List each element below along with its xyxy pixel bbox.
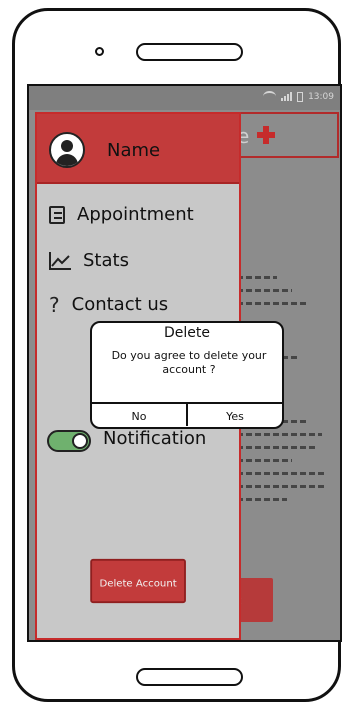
user-name: Name [107, 140, 161, 161]
dialog-title: Delete [164, 325, 210, 341]
battery-icon [297, 91, 304, 102]
delete-dialog: Delete Do you agree to delete your accou… [90, 321, 284, 429]
status-time: 13:09 [308, 91, 334, 102]
drawer-item-appointment[interactable]: Appointment [49, 204, 194, 225]
delete-account-button[interactable]: Delete Account [87, 558, 191, 604]
stats-chart-icon [49, 251, 71, 270]
notification-toggle[interactable] [47, 430, 91, 452]
drawer-item-label: Appointment [77, 204, 194, 225]
home-button[interactable] [136, 668, 243, 686]
drawer-item-stats[interactable]: Stats [49, 250, 129, 271]
dialog-no-button[interactable]: No [92, 410, 186, 423]
status-bar: 13:09 [29, 86, 340, 110]
notification-label: Notification [103, 428, 207, 449]
dialog-message: Do you agree to delete your account ? [111, 349, 267, 376]
question-mark-icon: ? [49, 292, 60, 317]
wifi-icon [263, 91, 277, 102]
background-header: e [229, 112, 339, 158]
delete-account-label: Delete Account [99, 579, 176, 590]
red-cross-icon [257, 126, 275, 144]
speaker-grille [136, 43, 243, 61]
drawer-item-contact-us[interactable]: ? Contact us [49, 294, 168, 315]
drawer-item-label: Contact us [71, 294, 169, 315]
dialog-yes-button[interactable]: Yes [188, 410, 282, 423]
toggle-knob [72, 433, 88, 449]
camera-icon [95, 47, 104, 56]
book-icon [49, 205, 65, 224]
drawer-item-label: Stats [83, 250, 129, 271]
avatar-icon [49, 132, 85, 168]
drawer-header[interactable]: Name [37, 114, 239, 184]
signal-icon [281, 92, 293, 101]
